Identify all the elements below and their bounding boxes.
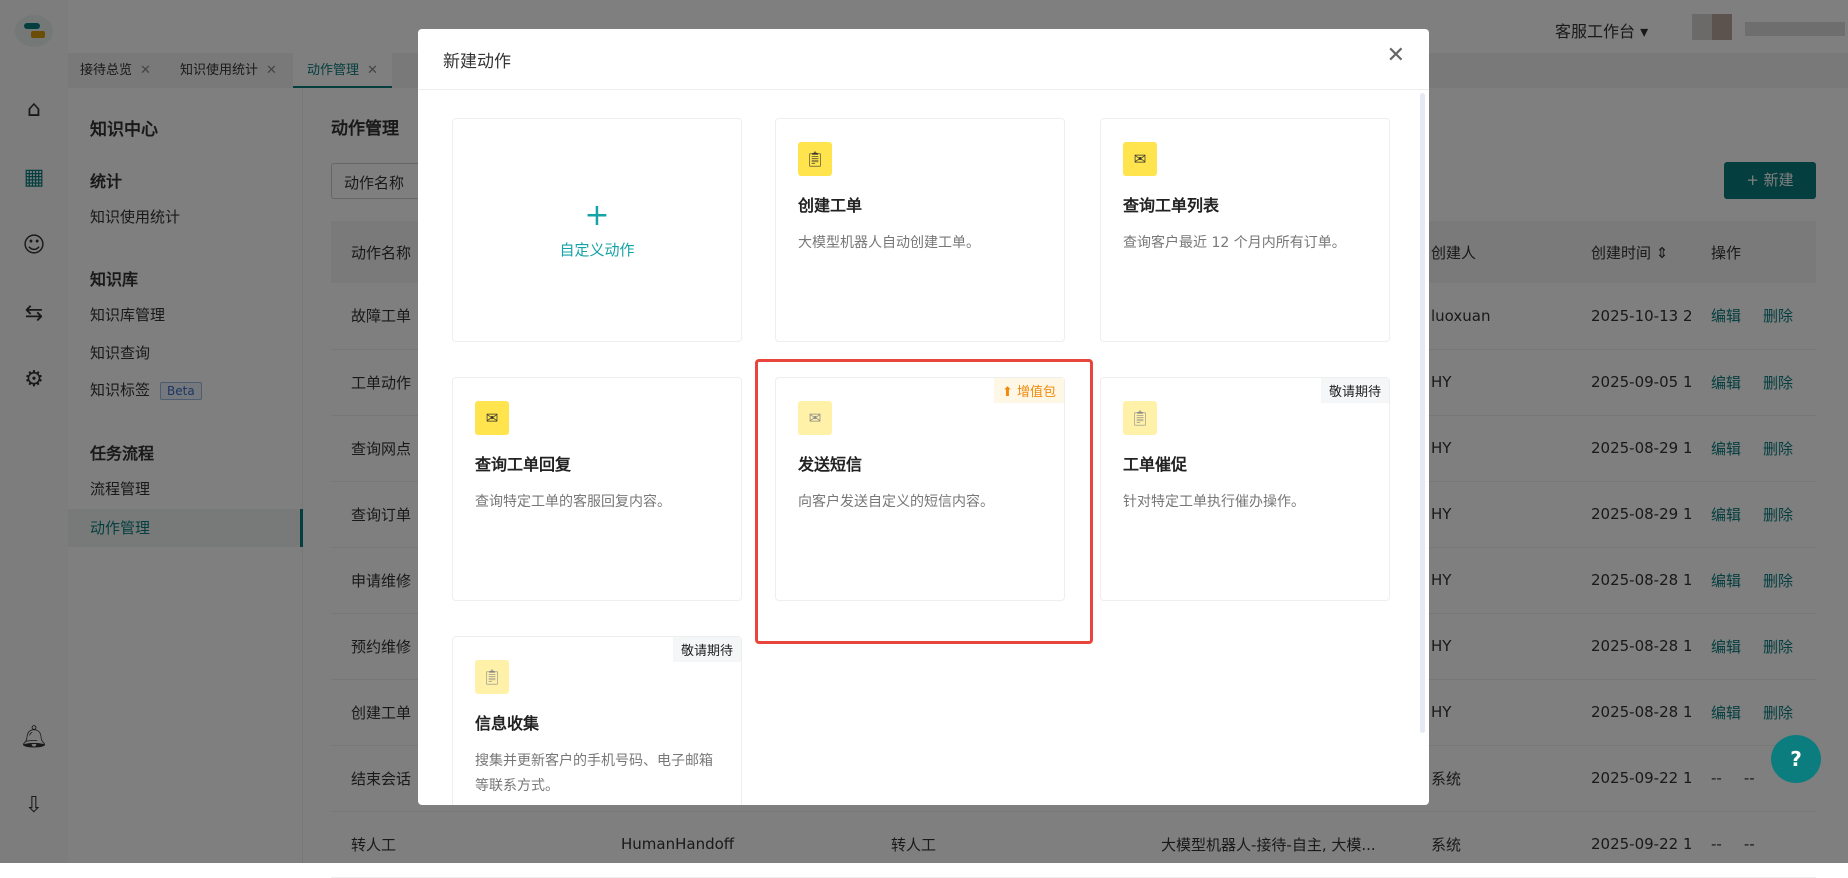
card-create-ticket[interactable]: 📋︎ 创建工单大模型机器人自动创建工单。: [775, 118, 1065, 342]
card-description: 查询客户最近 12 个月内所有订单。: [1123, 235, 1346, 251]
card-description: 针对特定工单执行催办操作。: [1123, 494, 1305, 510]
custom-action-card[interactable]: + 自定义动作: [452, 118, 742, 342]
modal-title: 新建动作: [418, 29, 1429, 90]
coming-soon-badge: 敬请期待: [672, 637, 741, 662]
card-query-ticket-list[interactable]: ✉ 查询工单列表查询客户最近 12 个月内所有订单。: [1100, 118, 1390, 342]
card-description: 查询特定工单的客服回复内容。: [475, 494, 671, 510]
card-ticket-reminder[interactable]: 敬请期待 📋︎ 工单催促针对特定工单执行催办操作。: [1100, 377, 1390, 601]
card-description: 大模型机器人自动创建工单。: [798, 235, 980, 251]
card-query-ticket-reply[interactable]: ✉ 查询工单回复查询特定工单的客服回复内容。: [452, 377, 742, 601]
close-icon[interactable]: ✕: [1387, 43, 1405, 68]
card-title: 查询工单回复: [475, 455, 572, 474]
card-title: 查询工单列表: [1123, 196, 1220, 215]
card-info-collection[interactable]: 敬请期待 📋︎ 信息收集搜集并更新客户的手机号码、电子邮箱等联系方式。: [452, 636, 742, 805]
plus-icon: +: [584, 197, 610, 233]
card-title: 工单催促: [1123, 455, 1188, 474]
card-title: 创建工单: [798, 196, 863, 215]
clipboard-icon: 📋︎: [798, 142, 832, 176]
mail-icon: ✉: [1123, 142, 1157, 176]
clipboard-icon: 📋︎: [1123, 401, 1157, 435]
form-icon: 📋︎: [475, 660, 509, 694]
custom-action-label: 自定义动作: [559, 240, 635, 259]
card-description: 搜集并更新客户的手机号码、电子邮箱等联系方式。: [475, 753, 713, 794]
modal-scrollbar[interactable]: [1420, 93, 1425, 733]
coming-soon-badge: 敬请期待: [1320, 378, 1389, 403]
mail-icon: ✉: [475, 401, 509, 435]
card-title: 信息收集: [475, 714, 540, 733]
help-button[interactable]: ?: [1771, 735, 1821, 783]
new-action-modal: 新建动作 ✕ + 自定义动作 📋︎ 创建工单大模型机器人自动创建工单。 ✉ 查询…: [418, 29, 1429, 805]
highlight-box: [755, 359, 1093, 644]
